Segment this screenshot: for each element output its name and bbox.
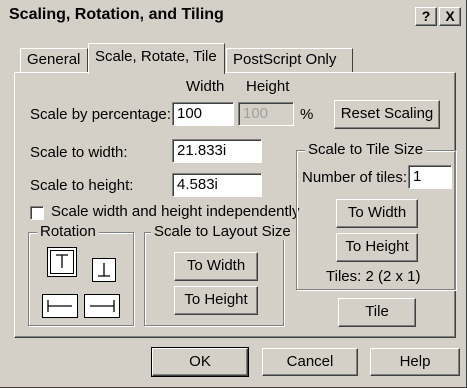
help-button[interactable]: Help <box>370 348 460 376</box>
scale-independently-checkbox[interactable] <box>30 206 44 220</box>
reset-scaling-button[interactable]: Reset Scaling <box>334 100 440 129</box>
scale-to-height-label: Scale to height: <box>30 177 134 194</box>
rotate-0-icon[interactable] <box>50 250 74 274</box>
scale-to-width-label: Scale to width: <box>30 144 128 161</box>
tab-general-label: General <box>27 51 81 68</box>
ok-button[interactable]: OK <box>151 347 249 377</box>
tile-button[interactable]: Tile <box>338 298 416 327</box>
layout-to-width-button[interactable]: To Width <box>174 252 258 281</box>
rotation-group-title: Rotation <box>37 223 99 240</box>
tile-size-group-title: Scale to Tile Size <box>305 141 427 158</box>
tab-postscript-only-label: PostScript Only <box>233 51 337 68</box>
scale-to-height-input[interactable]: 4.583i <box>172 173 262 197</box>
percent-sign: % <box>300 106 314 123</box>
close-icon[interactable]: X <box>439 7 461 26</box>
scaling-dialog: Scaling, Rotation, and Tiling ? X Genera… <box>0 0 467 388</box>
rotate-90-icon[interactable] <box>42 294 78 318</box>
tab-general[interactable]: General <box>20 48 88 73</box>
cancel-button[interactable]: Cancel <box>262 348 358 376</box>
width-percent-input[interactable]: 100 <box>172 102 234 126</box>
layout-to-height-button[interactable]: To Height <box>174 286 258 315</box>
tile-to-width-button[interactable]: To Width <box>336 199 418 228</box>
number-of-tiles-label: Number of tiles: <box>302 169 408 186</box>
rotate-180-icon[interactable] <box>92 258 116 282</box>
tab-scale-rotate-tile-label: Scale, Rotate, Tile <box>95 48 217 65</box>
tab-scale-rotate-tile[interactable]: Scale, Rotate, Tile <box>88 43 225 74</box>
scale-by-percentage-label: Scale by percentage: <box>30 106 171 123</box>
scale-to-width-input[interactable]: 21.833i <box>172 139 262 163</box>
help-icon[interactable]: ? <box>415 7 437 26</box>
rotate-270-icon[interactable] <box>84 294 120 318</box>
number-of-tiles-input[interactable]: 1 <box>408 165 452 189</box>
scale-independently-label: Scale width and height independently <box>51 203 300 220</box>
tile-to-height-button[interactable]: To Height <box>336 233 418 262</box>
height-percent-input[interactable]: 100 <box>238 102 294 126</box>
layout-size-group-title: Scale to Layout Size <box>151 223 294 240</box>
tab-postscript-only[interactable]: PostScript Only <box>226 48 353 73</box>
window-title: Scaling, Rotation, and Tiling <box>9 6 224 23</box>
title-bar[interactable]: Scaling, Rotation, and Tiling ? X <box>3 3 464 29</box>
width-column-header: Width <box>186 78 225 95</box>
height-column-header: Height <box>246 78 290 95</box>
tiles-count-info: Tiles: 2 (2 x 1) <box>326 268 421 285</box>
